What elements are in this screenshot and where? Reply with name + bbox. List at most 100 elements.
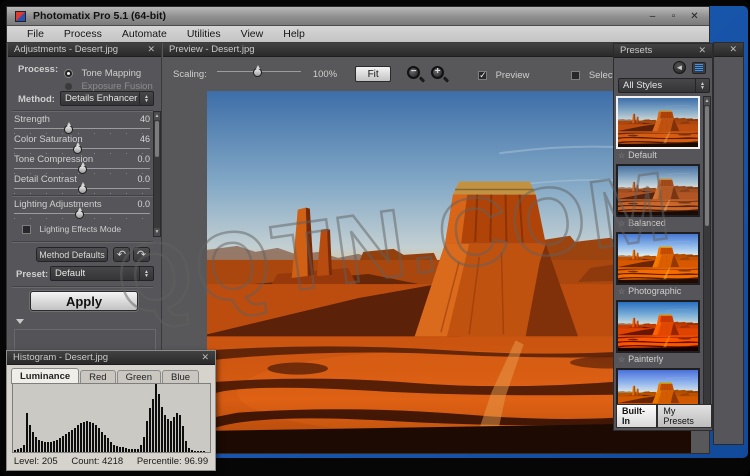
divider (12, 286, 153, 288)
radio-icon (64, 82, 73, 91)
adjustments-scrollbar[interactable]: ▲ ▼ (153, 111, 161, 237)
undo-button[interactable]: ↶ (113, 247, 130, 262)
fit-button[interactable]: Fit (355, 66, 391, 82)
level-value: 205 (42, 456, 58, 467)
divider (12, 241, 153, 243)
styles-filter-dropdown[interactable]: All Styles ▲▼ (618, 78, 710, 93)
preset-item-balanced[interactable]: ☆Balanced (616, 164, 704, 229)
star-icon[interactable]: ☆ (618, 151, 625, 160)
method-label: Method: (18, 94, 55, 105)
menu-help[interactable]: Help (273, 28, 315, 40)
scaling-slider[interactable] (217, 71, 301, 77)
percentile-label: Percentile: (137, 456, 182, 467)
spinner-icon: ▲▼ (139, 92, 149, 105)
tab-built-in[interactable]: Built-In (616, 404, 657, 428)
level-label: Level: (14, 456, 39, 467)
zoom-out-icon[interactable]: − (407, 66, 424, 83)
count-value: 4218 (102, 456, 123, 467)
tab-blue[interactable]: Blue (162, 370, 199, 384)
menu-view[interactable]: View (231, 28, 274, 40)
lighting-effects-checkbox[interactable]: Lighting Effects Mode (22, 219, 121, 237)
close-button[interactable]: ✕ (688, 11, 701, 22)
histogram-close-icon[interactable]: ✕ (201, 352, 209, 363)
slider-thumb[interactable] (78, 165, 87, 174)
preset-item-photographic[interactable]: ☆Photographic (616, 232, 704, 297)
window-title: Photomatix Pro 5.1 (64-bit) (33, 10, 166, 22)
side-panel-titlebar: ✕ (714, 43, 743, 57)
preview-panel-title: Preview - Desert.jpg (169, 44, 255, 55)
slider-thumb[interactable] (73, 145, 82, 154)
slider-thumb[interactable] (64, 125, 73, 134)
presets-close-icon[interactable]: ✕ (698, 45, 706, 56)
menu-bar: File Process Automate Utilities View Hel… (7, 26, 709, 43)
redo-button[interactable]: ↷ (133, 247, 150, 262)
divider (12, 195, 153, 197)
slider-strength[interactable]: Strength40 (14, 114, 150, 132)
presets-panel: Presets ✕ ◄ All Styles ▲▼ (613, 43, 713, 431)
percentile-value: 96.99 (184, 456, 208, 467)
adjustments-close-icon[interactable]: ✕ (147, 44, 155, 55)
screenshot-root: Photomatix Pro 5.1 (64-bit) – ▫ ✕ File P… (0, 0, 750, 476)
spinner-icon: ▲▼ (695, 79, 705, 92)
zoom-in-icon[interactable]: + (431, 66, 448, 83)
method-dropdown[interactable]: Details Enhancer ▲▼ (60, 91, 154, 106)
apply-button[interactable]: Apply (30, 291, 138, 311)
histogram-panel-titlebar: Histogram - Desert.jpg ✕ (7, 351, 215, 365)
preset-item-painterly[interactable]: ☆Painterly (616, 300, 704, 365)
spinner-icon: ▲▼ (139, 267, 149, 280)
slider-tone-compression[interactable]: Tone Compression0.0 (14, 154, 150, 172)
scaling-label: Scaling: (173, 69, 207, 80)
scroll-up-icon[interactable]: ▲ (704, 97, 710, 105)
slider-thumb[interactable] (78, 185, 87, 194)
count-label: Count: (71, 456, 99, 467)
checkbox-icon (571, 71, 580, 80)
side-panel-close-icon[interactable]: ✕ (729, 44, 737, 55)
preset-dropdown[interactable]: Default ▲▼ (50, 266, 154, 281)
expand-description-icon[interactable] (16, 319, 24, 324)
minimize-button[interactable]: – (646, 11, 659, 22)
adjustments-panel-title: Adjustments - Desert.jpg (14, 44, 118, 55)
maximize-button[interactable]: ▫ (667, 11, 680, 22)
process-label: Process: (18, 64, 58, 75)
preset-label: Preset: (16, 269, 48, 280)
checkbox-icon (22, 225, 31, 234)
presets-scrollbar[interactable]: ▲ ▼ (703, 96, 711, 420)
star-icon[interactable]: ☆ (618, 355, 625, 364)
slider-thumb[interactable] (253, 68, 262, 77)
adjustments-panel-titlebar: Adjustments - Desert.jpg ✕ (8, 43, 161, 57)
star-icon[interactable]: ☆ (618, 219, 625, 228)
slider-lighting-adjustments[interactable]: Lighting Adjustments0.0 (14, 199, 150, 217)
histogram-plot[interactable] (12, 383, 211, 453)
histogram-panel-title: Histogram - Desert.jpg (13, 352, 108, 363)
slider-thumb[interactable] (75, 210, 84, 219)
app-logo-icon (15, 11, 26, 22)
tab-my-presets[interactable]: My Presets (657, 404, 712, 428)
star-icon[interactable]: ☆ (618, 287, 625, 296)
menu-process[interactable]: Process (54, 28, 112, 40)
slider-track[interactable] (14, 188, 150, 194)
menu-file[interactable]: File (17, 28, 54, 40)
presets-panel-title: Presets (620, 45, 652, 56)
preview-checkbox[interactable]: Preview (478, 65, 529, 83)
compare-icon[interactable]: ◄ (673, 61, 686, 74)
scroll-down-icon[interactable]: ▼ (154, 228, 160, 236)
preset-item-default[interactable]: ☆Default (616, 96, 704, 161)
menu-automate[interactable]: Automate (112, 28, 177, 40)
checkbox-icon (478, 71, 487, 80)
histogram-panel: Histogram - Desert.jpg ✕ Luminance Red G… (6, 350, 216, 471)
tab-red[interactable]: Red (80, 370, 115, 384)
tab-luminance[interactable]: Luminance (11, 368, 79, 384)
preset-list: ☆Default ☆Balanced (616, 96, 704, 420)
menu-utilities[interactable]: Utilities (177, 28, 231, 40)
divider (12, 110, 153, 112)
presets-panel-titlebar: Presets ✕ (614, 44, 712, 58)
window-titlebar: Photomatix Pro 5.1 (64-bit) – ▫ ✕ (7, 7, 709, 26)
slider-detail-contrast[interactable]: Detail Contrast0.0 (14, 174, 150, 192)
method-defaults-button[interactable]: Method Defaults (36, 247, 108, 262)
list-view-icon[interactable] (692, 62, 706, 74)
histogram-stats: Level: 205 Count: 4218 Percentile: 96.99 (7, 456, 215, 467)
slider-color-saturation[interactable]: Color Saturation46 (14, 134, 150, 152)
scroll-up-icon[interactable]: ▲ (154, 112, 160, 120)
zoom-value: 100% (313, 69, 337, 80)
tab-green[interactable]: Green (117, 370, 161, 384)
